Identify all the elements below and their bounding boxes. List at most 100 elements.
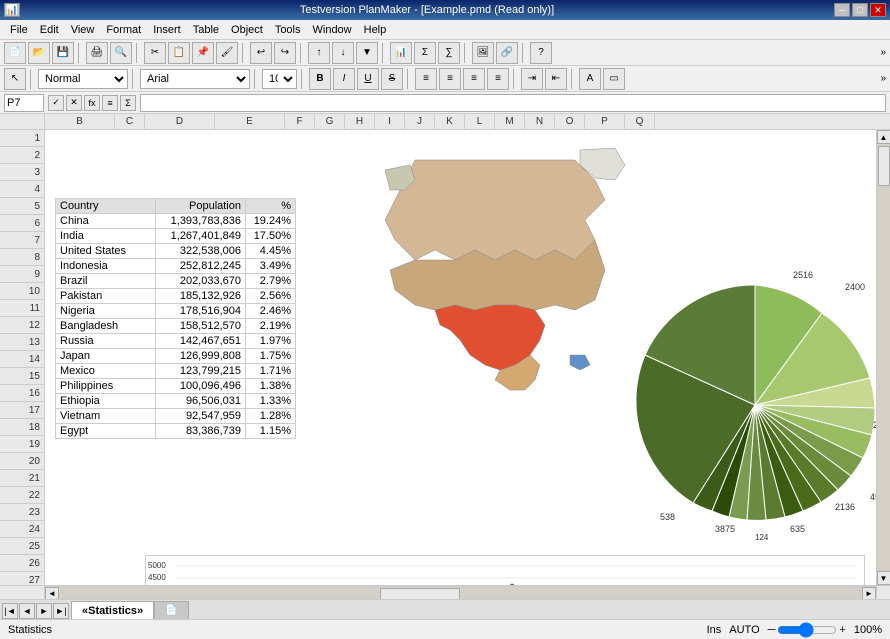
country-cell[interactable]: India [56,229,156,244]
sort-asc-button[interactable]: ↑ [308,42,330,64]
align-center-button[interactable]: ≡ [439,68,461,90]
pop-cell[interactable]: 185,132,926 [156,289,246,304]
country-cell[interactable]: Indonesia [56,259,156,274]
col-header-e[interactable]: E [215,114,285,129]
row-17[interactable]: 17 [0,402,44,419]
hyperlink-button[interactable]: 🔗 [496,42,518,64]
new-button[interactable]: 📄 [4,42,26,64]
print-preview-button[interactable]: 🔍 [110,42,132,64]
app-icon[interactable]: 📊 [4,3,20,17]
menu-file[interactable]: File [4,22,34,38]
scroll-track[interactable] [877,144,890,571]
col-header-b[interactable]: B [45,114,115,129]
col-header-p[interactable]: P [585,114,625,129]
sheet-tab-2[interactable]: 📄 [154,601,188,619]
scroll-thumb[interactable] [878,146,890,186]
pct-cell[interactable]: 2.56% [246,289,296,304]
tab-next-button[interactable]: ► [36,603,52,619]
col-header-i[interactable]: I [375,114,405,129]
col-header-l[interactable]: L [465,114,495,129]
menu-table[interactable]: Table [187,22,225,38]
menu-edit[interactable]: Edit [34,22,65,38]
country-cell[interactable]: Ethiopia [56,394,156,409]
formula-sum-icon[interactable]: Σ [120,95,136,111]
row-19[interactable]: 19 [0,436,44,453]
col-header-c[interactable]: C [115,114,145,129]
row-25[interactable]: 25 [0,538,44,555]
justify-button[interactable]: ≡ [487,68,509,90]
pop-cell[interactable]: 178,516,904 [156,304,246,319]
sort-desc-button[interactable]: ↓ [332,42,354,64]
horizontal-scrollbar[interactable]: ◄ ► [45,586,876,600]
row-21[interactable]: 21 [0,470,44,487]
font-color-button[interactable]: A [579,68,601,90]
row-15[interactable]: 15 [0,368,44,385]
scroll-down-button[interactable]: ▼ [877,571,890,585]
country-cell[interactable]: Vietnam [56,409,156,424]
th-country[interactable]: Country [56,199,156,214]
indent-button[interactable]: ⇥ [521,68,543,90]
sheet-tab-statistics[interactable]: «Statistics» [71,601,154,619]
outdent-button[interactable]: ⇤ [545,68,567,90]
chart-button[interactable]: 📊 [390,42,412,64]
underline-button[interactable]: U [357,68,379,90]
formula-input[interactable] [140,94,886,112]
redo-button[interactable]: ↪ [274,42,296,64]
pointer-button[interactable]: ↖ [4,68,26,90]
row-1[interactable]: 1 [0,130,44,147]
col-header-h[interactable]: H [345,114,375,129]
zoom-minus-icon[interactable]: ─ [768,624,776,636]
style-select[interactable]: Normal [38,69,128,89]
pop-cell[interactable]: 100,096,496 [156,379,246,394]
pct-cell[interactable]: 1.97% [246,334,296,349]
open-button[interactable]: 📂 [28,42,50,64]
strikethrough-button[interactable]: S [381,68,403,90]
pct-cell[interactable]: 17.50% [246,229,296,244]
close-button[interactable]: ✕ [870,3,886,17]
vertical-scrollbar[interactable]: ▲ ▼ [876,130,890,585]
menu-tools[interactable]: Tools [269,22,307,38]
pop-cell[interactable]: 158,512,570 [156,319,246,334]
menu-window[interactable]: Window [307,22,358,38]
pop-cell[interactable]: 142,467,651 [156,334,246,349]
country-cell[interactable]: Japan [56,349,156,364]
country-cell[interactable]: Nigeria [56,304,156,319]
formula-button[interactable]: Σ [414,42,436,64]
row-12[interactable]: 12 [0,317,44,334]
row-26[interactable]: 26 [0,555,44,572]
col-header-g[interactable]: G [315,114,345,129]
autosum-button[interactable]: ∑ [438,42,460,64]
col-header-k[interactable]: K [435,114,465,129]
scroll-up-button[interactable]: ▲ [877,130,890,144]
col-header-n[interactable]: N [525,114,555,129]
pop-cell[interactable]: 92,547,959 [156,409,246,424]
country-cell[interactable]: United States [56,244,156,259]
tab-first-button[interactable]: |◄ [2,603,18,619]
pct-cell[interactable]: 3.49% [246,259,296,274]
pct-cell[interactable]: 2.46% [246,304,296,319]
col-header-q[interactable]: Q [625,114,655,129]
col-header-j[interactable]: J [405,114,435,129]
row-20[interactable]: 20 [0,453,44,470]
pop-cell[interactable]: 83,386,739 [156,424,246,439]
country-cell[interactable]: Pakistan [56,289,156,304]
col-header-o[interactable]: O [555,114,585,129]
menu-object[interactable]: Object [225,22,269,38]
pct-cell[interactable]: 2.19% [246,319,296,334]
row-6[interactable]: 6 [0,215,44,232]
country-cell[interactable]: China [56,214,156,229]
format-painter-button[interactable]: 🖌 [216,42,238,64]
cell-reference-input[interactable] [4,94,44,112]
pct-cell[interactable]: 1.71% [246,364,296,379]
col-header-f[interactable]: F [285,114,315,129]
pct-cell[interactable]: 1.33% [246,394,296,409]
row-22[interactable]: 22 [0,487,44,504]
row-4[interactable]: 4 [0,181,44,198]
pct-cell[interactable]: 1.75% [246,349,296,364]
pop-cell[interactable]: 126,999,808 [156,349,246,364]
italic-button[interactable]: I [333,68,355,90]
fill-color-button[interactable]: ▭ [603,68,625,90]
zoom-plus-icon[interactable]: + [839,624,845,636]
print-button[interactable]: 🖨 [86,42,108,64]
font-size-select[interactable]: 10 [262,69,297,89]
